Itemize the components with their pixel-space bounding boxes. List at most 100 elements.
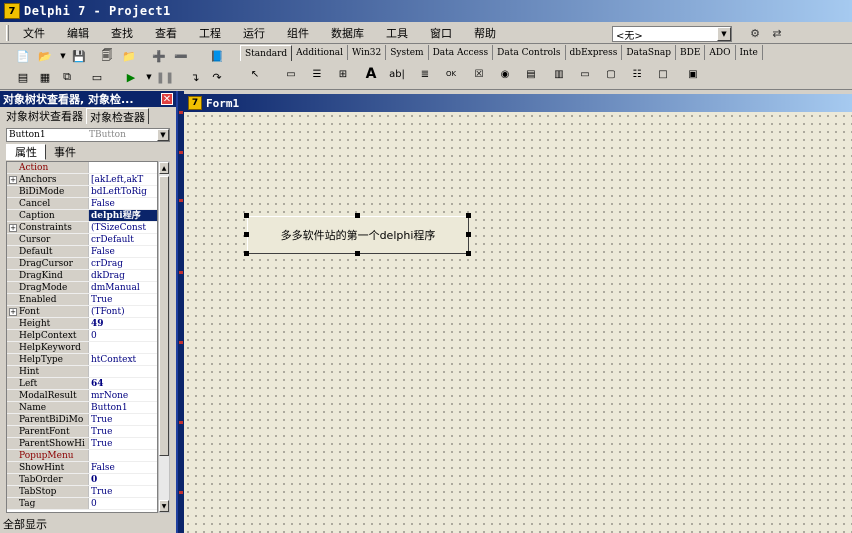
property-row[interactable]: Cursor crDefault [7,234,157,246]
property-row[interactable]: Tag 0 [7,498,157,510]
tab-object-treeview[interactable]: 对象树状查看器 [3,108,86,124]
property-value[interactable]: False [89,198,157,209]
menu-view[interactable]: 查看 [145,23,187,43]
popup-menu-icon[interactable]: ⊞ [332,64,354,84]
resize-handle-br[interactable] [466,251,471,256]
menu-search[interactable]: 查找 [101,23,143,43]
property-row[interactable]: Hint [7,366,157,378]
menu-file[interactable]: 文件 [13,23,55,43]
step-over-icon[interactable]: ↷ [208,68,226,86]
main-menu-icon[interactable]: ☰ [306,64,328,84]
groupbox-icon[interactable]: ▢ [600,64,622,84]
property-row[interactable]: ParentFont True [7,426,157,438]
property-row[interactable]: ShowHint False [7,462,157,474]
property-row[interactable]: Left 64 [7,378,157,390]
label-icon[interactable]: A [360,64,382,84]
open-project-icon[interactable]: 📁 [120,47,138,65]
property-value[interactable]: 49 [89,318,157,329]
palette-tab-ado[interactable]: ADO [705,45,736,60]
property-row[interactable]: Default False [7,246,157,258]
object-selector[interactable]: Button1 TButton ▼ [6,128,170,142]
property-value[interactable]: False [89,246,157,257]
radio-button-icon[interactable]: ◉ [494,64,516,84]
property-row[interactable]: DragCursor crDrag [7,258,157,270]
property-row[interactable]: BiDiMode bdLeftToRig [7,186,157,198]
panel-icon[interactable]: □ [652,64,674,84]
property-value[interactable]: True [89,294,157,305]
scroll-down-icon[interactable]: ▼ [159,500,169,512]
property-value[interactable]: 0 [89,498,157,509]
scrollbar-icon[interactable]: ▭ [574,64,596,84]
frames-icon[interactable]: ▭ [280,64,302,84]
memo-icon[interactable]: ≣ [414,64,436,84]
property-value[interactable]: True [89,438,157,449]
save-desktop-icon[interactable]: ⚙ [746,24,764,42]
property-row[interactable]: TabOrder 0 [7,474,157,486]
property-value[interactable]: bdLeftToRig [89,186,157,197]
checkbox-icon[interactable]: ☒ [468,64,490,84]
property-row[interactable]: Enabled True [7,294,157,306]
scroll-thumb[interactable] [159,176,169,456]
resize-handle-tr[interactable] [466,213,471,218]
property-row[interactable]: TabStop True [7,486,157,498]
expand-plus-icon[interactable]: + [9,308,17,316]
property-value[interactable] [89,450,157,461]
property-row[interactable]: + Anchors [akLeft,akT [7,174,157,186]
property-value[interactable]: dkDrag [89,270,157,281]
palette-tab-bde[interactable]: BDE [676,45,706,60]
tab-object-inspector[interactable]: 对象检查器 [86,108,149,124]
property-row[interactable]: DragMode dmManual [7,282,157,294]
property-value[interactable]: True [89,426,157,437]
palette-tab-standard[interactable]: Standard [240,45,293,61]
chevron-down-icon[interactable]: ▼ [717,27,731,41]
property-value[interactable]: delphi程序 [89,210,157,221]
property-value[interactable]: 64 [89,378,157,389]
resize-handle-r[interactable] [466,232,471,237]
palette-tab-system[interactable]: System [386,45,429,60]
save-icon[interactable]: 💾 [70,47,88,65]
button1[interactable]: 多多软件站的第一个delphi程序 [247,216,469,254]
resize-handle-t[interactable] [355,213,360,218]
property-value[interactable] [89,342,157,353]
palette-tab-dbexpress[interactable]: dbExpress [566,45,623,60]
menu-edit[interactable]: 编辑 [57,23,99,43]
property-scrollbar[interactable]: ▲ ▼ [158,161,170,513]
property-row[interactable]: + Font (TFont) [7,306,157,318]
property-row[interactable]: HelpKeyword [7,342,157,354]
property-value[interactable] [89,162,157,173]
property-row[interactable]: ParentShowHi True [7,438,157,450]
menu-component[interactable]: 组件 [277,23,319,43]
property-row[interactable]: ModalResult mrNone [7,390,157,402]
toggle-form-unit-icon[interactable]: ⧉ [58,68,76,86]
menu-window[interactable]: 窗口 [420,23,462,43]
desktop-combo[interactable]: <无> ▼ [612,26,732,42]
palette-tab-data-access[interactable]: Data Access [429,45,494,60]
expand-plus-icon[interactable]: + [9,176,17,184]
property-value[interactable]: Button1 [89,402,157,413]
expand-plus-icon[interactable]: + [9,224,17,232]
property-row[interactable]: HelpContext 0 [7,330,157,342]
property-value[interactable]: True [89,486,157,497]
property-row[interactable]: Caption delphi程序 [7,210,157,222]
palette-tab-data-controls[interactable]: Data Controls [493,45,566,60]
property-value[interactable]: (TSizeConst [89,222,157,233]
property-row[interactable]: Height 49 [7,318,157,330]
property-value[interactable]: crDefault [89,234,157,245]
palette-tab-win32[interactable]: Win32 [348,45,387,60]
menu-project[interactable]: 工程 [189,23,231,43]
property-row[interactable]: Cancel False [7,198,157,210]
palette-tab-additional[interactable]: Additional [292,45,348,60]
radiogroup-icon[interactable]: ☷ [626,64,648,84]
menu-database[interactable]: 数据库 [321,23,374,43]
form-canvas[interactable]: 多多软件站的第一个delphi程序 [184,112,852,533]
property-row[interactable]: ParentBiDiMo True [7,414,157,426]
set-debug-desktop-icon[interactable]: ⇄ [768,24,786,42]
property-row[interactable]: + Constraints (TSizeConst [7,222,157,234]
property-value[interactable] [89,366,157,377]
chevron-down-icon[interactable]: ▼ [157,129,169,141]
resize-handle-tl[interactable] [244,213,249,218]
help-book-icon[interactable]: 📘 [208,47,226,65]
property-value[interactable]: mrNone [89,390,157,401]
combobox-icon[interactable]: ▥ [548,64,570,84]
resize-handle-b[interactable] [355,251,360,256]
